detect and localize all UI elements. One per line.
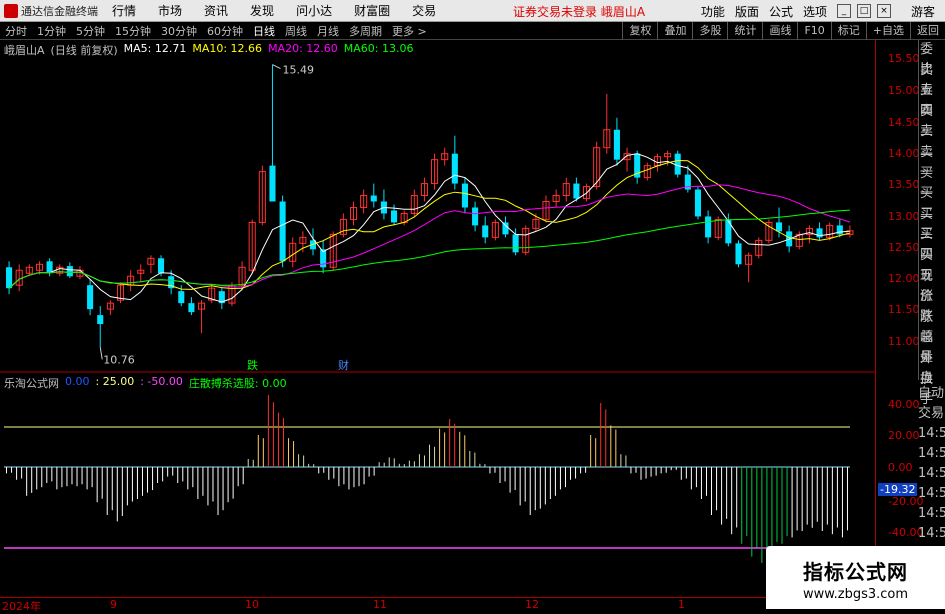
event-marker-cai: 财 bbox=[338, 358, 349, 372]
tick-time: 14:56 bbox=[918, 466, 945, 481]
ma60-value: MA60: 13.06 bbox=[343, 42, 414, 55]
side-label: 卖五 bbox=[920, 62, 934, 98]
y-tick: 15.50 bbox=[888, 52, 920, 65]
y-tick: 12.50 bbox=[888, 241, 920, 254]
quote-side-panel: 委比 卖五 卖四 卖三 卖二 卖一 买一 买二 买三 买四 买五 现价 涨跌 涨… bbox=[918, 40, 945, 407]
candle-body bbox=[157, 258, 165, 274]
ma10-line bbox=[8, 159, 851, 290]
y-tick: 13.00 bbox=[888, 210, 920, 223]
y-tick: 11.50 bbox=[888, 303, 920, 316]
low-label: 10.76 bbox=[103, 353, 135, 366]
candle-body bbox=[725, 219, 732, 244]
candle-body bbox=[66, 266, 73, 277]
auto-trade-label[interactable]: 自动 bbox=[918, 384, 945, 404]
ma5-value: MA5: 12.71 bbox=[123, 42, 187, 55]
candle-body bbox=[472, 207, 479, 226]
candle-body bbox=[370, 195, 377, 202]
tick-time: 14:56 bbox=[918, 426, 945, 441]
x-tick: 11 bbox=[373, 598, 387, 611]
price-axis: 15.50 15.00 14.50 14.00 13.50 13.00 12.5… bbox=[875, 40, 923, 590]
tick-time: 14:56 bbox=[918, 486, 945, 501]
side-label: 外盘 bbox=[920, 350, 934, 386]
osc-tick: 20.00 bbox=[888, 429, 920, 442]
side-label: 涨跌 bbox=[920, 289, 934, 325]
side-label: 买五 bbox=[920, 247, 934, 283]
ma20-value: MA20: 12.60 bbox=[268, 42, 338, 55]
watermark-url: www.zbgs3.com bbox=[802, 587, 909, 602]
osc-tick: 40.00 bbox=[888, 398, 920, 411]
event-marker-die: 跌 bbox=[247, 358, 258, 372]
candle-body bbox=[836, 225, 843, 235]
candle-body bbox=[178, 291, 185, 304]
candle-body bbox=[451, 153, 458, 184]
candle-body bbox=[279, 201, 286, 262]
side-label: 总量 bbox=[920, 330, 934, 366]
x-tick: 1 bbox=[678, 598, 685, 611]
side-label: 卖四 bbox=[920, 83, 934, 119]
candle-body bbox=[482, 225, 489, 238]
side-label: 买三 bbox=[920, 206, 934, 242]
x-tick: 2024年 bbox=[2, 600, 41, 613]
x-tick: 10 bbox=[245, 598, 259, 611]
kline-chart[interactable]: 15.49 10.76 跌 财 bbox=[0, 0, 945, 609]
indicator-v3: : -50.00 bbox=[140, 375, 183, 388]
ma10-value: MA10: 12.66 bbox=[192, 42, 263, 55]
candle-body bbox=[461, 183, 468, 208]
indicator-v4: 庄散搏杀选股: 0.00 bbox=[188, 377, 287, 390]
candle-body bbox=[705, 216, 712, 238]
tick-time: 14:56 bbox=[918, 526, 945, 541]
candle-body bbox=[87, 285, 94, 310]
high-pointer bbox=[272, 64, 281, 70]
candle-body bbox=[775, 222, 783, 232]
y-tick: 12.00 bbox=[888, 272, 920, 285]
y-tick: 14.50 bbox=[888, 116, 920, 129]
date-axis: 2024年 9 10 11 12 1 bbox=[0, 597, 875, 613]
sub-chart-header: 乐淘公式网 0.00 : 25.00 : -50.00 庄散搏杀选股: 0.00 bbox=[4, 375, 287, 391]
side-label: 委比 bbox=[920, 42, 934, 77]
side-label: 买四 bbox=[920, 227, 934, 263]
candle-body bbox=[694, 189, 702, 217]
y-tick: 13.50 bbox=[888, 178, 920, 191]
candle-body bbox=[97, 315, 104, 325]
candle-body bbox=[502, 222, 509, 235]
ma5-line bbox=[8, 153, 850, 303]
indicator-v2: : 25.00 bbox=[95, 375, 135, 388]
main-chart-header: 峨眉山A (日线 前复权) MA5: 12.71 MA10: 12.66 MA2… bbox=[4, 42, 414, 58]
candle-body bbox=[735, 243, 742, 265]
trade-side-panel: 自动 交易 14:56 14:56 14:56 14:56 14:56 14:5… bbox=[918, 384, 945, 544]
y-tick: 14.00 bbox=[888, 147, 920, 160]
side-label: 卖三 bbox=[920, 103, 934, 139]
x-tick: 12 bbox=[525, 598, 539, 611]
candle-body bbox=[391, 210, 398, 223]
high-label: 15.49 bbox=[282, 64, 314, 77]
y-tick: 15.00 bbox=[888, 84, 920, 97]
candle-body bbox=[512, 234, 519, 253]
tick-time: 14:56 bbox=[918, 506, 945, 521]
candle-body bbox=[6, 267, 13, 289]
site-watermark: 指标公式网 www.zbgs3.com bbox=[766, 546, 945, 609]
osc-tick: 0.00 bbox=[888, 461, 913, 474]
candle-body bbox=[269, 165, 276, 202]
side-label: 涨幅 bbox=[920, 309, 934, 345]
low-pointer bbox=[99, 347, 103, 360]
indicator-v1: 0.00 bbox=[65, 375, 90, 388]
watermark-title: 指标公式网 bbox=[803, 560, 908, 584]
side-label: 买二 bbox=[920, 186, 934, 222]
side-label: 现价 bbox=[920, 268, 934, 304]
side-label: 买一 bbox=[920, 165, 934, 201]
candle-body bbox=[674, 153, 681, 175]
x-tick: 9 bbox=[110, 598, 117, 611]
candle-body bbox=[188, 303, 195, 313]
chart-mode: (日线 前复权) bbox=[50, 44, 118, 57]
side-label: 卖二 bbox=[920, 124, 934, 160]
tick-time: 14:56 bbox=[918, 446, 945, 461]
candle-body bbox=[573, 183, 580, 199]
side-label: 卖一 bbox=[920, 144, 934, 180]
trade-label[interactable]: 交易 bbox=[918, 404, 945, 424]
indicator-name: 乐淘公式网 bbox=[4, 377, 59, 390]
stock-name: 峨眉山A bbox=[4, 44, 45, 57]
y-tick: 11.00 bbox=[888, 335, 920, 348]
candle-body bbox=[613, 129, 620, 160]
